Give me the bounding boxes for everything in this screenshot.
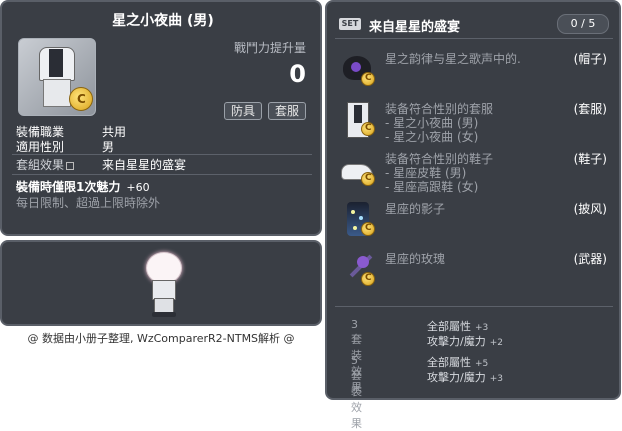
set-badge: SET [339, 18, 361, 30]
item-title: 星之小夜曲 (男) [112, 13, 214, 29]
part-name: 星座的玫瑰 [385, 252, 446, 266]
set-part-outfit[interactable]: 装备符合性别的套服 (套服) - 星之小夜曲 (男) - 星之小夜曲 (女) [337, 98, 613, 144]
set-part-cape[interactable]: 星座的影子 (披风) [337, 198, 613, 242]
cash-coin-icon [361, 72, 375, 86]
category-tag-outfit: 套服 [267, 102, 306, 120]
divider [12, 174, 312, 175]
time-limit-label: 裝備時僅限1次魅力 [16, 180, 121, 194]
set-effect-label: 套組效果 [16, 158, 65, 172]
suit-icon [339, 100, 377, 138]
shoe-icon [339, 150, 377, 188]
divider [12, 154, 312, 155]
part-option: - 星之小夜曲 (女) [385, 130, 479, 144]
gender-row: 適用性別 男 [16, 138, 114, 155]
item-icon-frame [18, 38, 96, 116]
part-category: (套服) [573, 102, 607, 116]
time-limit-value: +60 [126, 181, 150, 194]
set-part-hat[interactable]: 星之韵律与星之歌声中的. (帽子) [337, 48, 613, 92]
character-preview-panel [0, 240, 322, 326]
set-count-badge: 0 / 5 [557, 14, 609, 34]
divider [335, 306, 613, 307]
cash-coin-icon [361, 172, 375, 186]
power-label: 戰鬥力提升量 [233, 41, 306, 55]
hat-icon [339, 50, 377, 88]
bonus-line: 全部屬性 +5 [427, 356, 489, 369]
item-tooltip-panel: 星之小夜曲 (男) 戰鬥力提升量 0 防具 套服 裝備職業共用 適用性別男 套組… [0, 0, 322, 236]
character-avatar [142, 252, 186, 322]
set-effect-value: 来自星星的盛宴 [102, 158, 187, 172]
bonus-label: 5套装效果 [351, 354, 362, 430]
job-value: 共用 [102, 125, 127, 139]
credit-text: @ 数据由小册子整理, WzComparerR2-NTMS解析 @ [27, 332, 295, 345]
bonus-line: 攻擊力/魔力 +3 [427, 371, 503, 384]
part-option: - 星座高跟鞋 (女) [385, 180, 479, 194]
part-category: (披风) [573, 202, 607, 216]
bonus-line: 全部屬性 +3 [427, 320, 489, 333]
gender-value: 男 [102, 140, 115, 154]
cash-coin-icon [69, 87, 93, 111]
set-name: 来自星星的盛宴 [369, 20, 461, 35]
part-name: 星之韵律与星之歌声中的. [385, 52, 521, 66]
category-tag-armor: 防具 [223, 102, 262, 120]
set-info-panel: SET 来自星星的盛宴 0 / 5 星之韵律与星之歌声中的. (帽子) 装备符合… [325, 0, 621, 430]
cash-coin-icon [361, 222, 375, 236]
limit-note: 每日限制、超過上限時除外 [16, 196, 161, 210]
divider [335, 38, 613, 39]
time-limit-row: 裝備時僅限1次魅力 +60 [16, 178, 150, 195]
rose-weapon-icon [339, 250, 377, 288]
cape-icon [339, 200, 377, 238]
part-category: (鞋子) [573, 152, 607, 166]
lock-icon [66, 161, 75, 170]
cash-coin-icon [361, 122, 375, 136]
power-value: 0 [289, 60, 306, 88]
part-name: 星座的影子 [385, 202, 446, 216]
set-effect-row: 套組效果 来自星星的盛宴 [16, 156, 186, 173]
part-category: (武器) [573, 252, 607, 266]
gender-label: 適用性別 [16, 140, 65, 154]
set-part-weapon[interactable]: 星座的玫瑰 (武器) [337, 248, 613, 292]
set-part-shoes[interactable]: 装备符合性别的鞋子 (鞋子) - 星座皮鞋 (男) - 星座高跟鞋 (女) [337, 148, 613, 194]
part-category: (帽子) [573, 52, 607, 66]
bonus-line: 攻擊力/魔力 +2 [427, 335, 503, 348]
cash-coin-icon [361, 272, 375, 286]
